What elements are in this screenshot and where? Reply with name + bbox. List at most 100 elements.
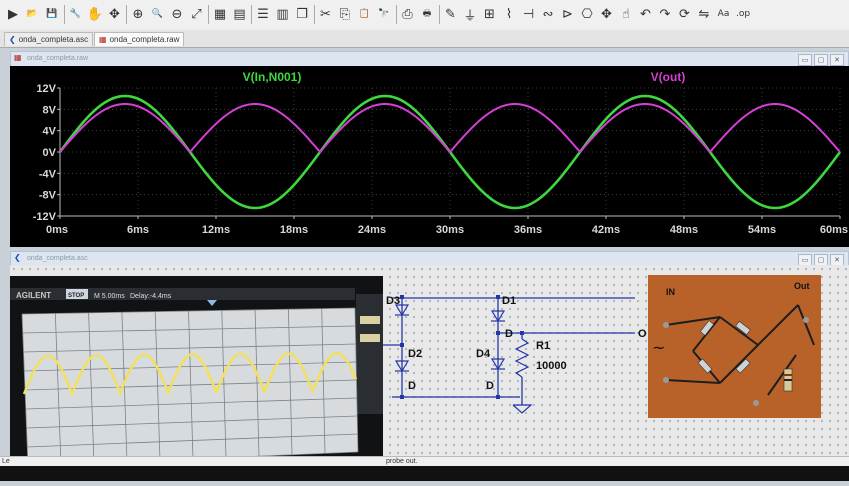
- scope-header: [10, 288, 355, 300]
- print-setup-button[interactable]: ⎙: [399, 5, 417, 23]
- tab-schematic-label: onda_completa.asc: [18, 35, 89, 44]
- plot-pane-titlebar[interactable]: ▦ onda_completa.raw ▭ ▢ ✕: [10, 51, 849, 67]
- run-button[interactable]: ▶: [4, 5, 22, 23]
- save-button[interactable]: 💾: [43, 5, 61, 23]
- mirror-icon: ⇋: [698, 6, 710, 22]
- pan-button[interactable]: ✥: [106, 5, 124, 23]
- scope-brand: AGILENT: [16, 291, 51, 300]
- open-icon: 📂: [26, 9, 39, 19]
- find-button[interactable]: 🔭: [375, 5, 393, 23]
- photo-label-in: IN: [666, 287, 675, 297]
- schematic-node: [400, 343, 404, 347]
- plot-pane-title: onda_completa.raw: [27, 55, 89, 62]
- waveform-plot[interactable]: 12V 8V 4V 0V -4V -8V -12V 0ms 6ms 12ms 18ms 24ms 30m…: [10, 66, 849, 247]
- control-panel-button[interactable]: 🔧: [67, 5, 85, 23]
- y-tick-label: 12V: [36, 83, 56, 95]
- zoom-in-button[interactable]: ⊕: [129, 5, 147, 23]
- circuit-board-photo: IN Out ~: [648, 275, 821, 418]
- x-tick-label: 24ms: [358, 224, 386, 236]
- cut-button[interactable]: ✂: [317, 5, 335, 23]
- scope-delay: Delay:-4.4ms: [130, 293, 172, 300]
- label-output-node: O: [638, 328, 647, 340]
- toolbar-separator: [395, 5, 397, 24]
- pan-icon: ✥: [109, 6, 120, 22]
- open-button[interactable]: 📂: [24, 5, 42, 23]
- delete-traces-button[interactable]: ▤: [231, 5, 249, 23]
- schematic-pane-title: onda_completa.asc: [27, 255, 88, 262]
- y-tick-label: -8V: [39, 190, 57, 202]
- undo-icon: ↶: [640, 6, 651, 22]
- halt-button[interactable]: ✋: [86, 5, 104, 23]
- wire-button[interactable]: ✎: [442, 5, 460, 23]
- ground-button[interactable]: ⏚: [461, 5, 479, 24]
- toolbar-separator: [63, 5, 65, 24]
- tile-horizontal-button[interactable]: ☰: [254, 5, 272, 23]
- label-net-button[interactable]: ⊞: [481, 5, 499, 23]
- y-tick-label: 4V: [43, 126, 57, 138]
- schematic-node: [520, 331, 524, 335]
- zoom-area-button[interactable]: 🔍: [149, 5, 167, 23]
- label-pin: D: [505, 328, 513, 340]
- zoom-fit-icon: ⤢: [191, 6, 202, 22]
- trace-legend-label: V(In,N001): [243, 70, 302, 84]
- copy-button[interactable]: ⎘: [336, 5, 354, 23]
- paste-icon: 📋: [358, 9, 371, 19]
- inductor-button[interactable]: ∾: [539, 5, 557, 23]
- component-button[interactable]: ⎔: [578, 5, 596, 23]
- autoscale-button[interactable]: ▦: [211, 5, 229, 23]
- inductor-icon: ∾: [542, 6, 554, 22]
- bottom-edge: [0, 466, 849, 481]
- schematic-node: [496, 295, 500, 299]
- mirror-button[interactable]: ⇋: [695, 5, 713, 23]
- scope-side-menu: [356, 294, 383, 414]
- spice-directive-icon: .op: [735, 9, 751, 19]
- x-tick-label: 0ms: [46, 224, 68, 236]
- undo-button[interactable]: ↶: [637, 5, 655, 23]
- cut-icon: ✂: [320, 6, 331, 22]
- schematic-icon: ❮: [9, 35, 16, 44]
- paste-button[interactable]: 📋: [356, 5, 374, 23]
- redo-button[interactable]: ↷: [656, 5, 674, 23]
- tile-vertical-icon: ▥: [276, 6, 289, 22]
- component-icon: ⎔: [581, 6, 593, 22]
- x-tick-label: 42ms: [592, 224, 620, 236]
- print-button[interactable]: 🖶: [418, 5, 436, 23]
- minimize-button[interactable]: ▭: [798, 54, 812, 66]
- text-button[interactable]: Aa: [715, 5, 733, 23]
- zoom-out-icon: ⊖: [171, 6, 183, 22]
- tab-waveform[interactable]: ▦ onda_completa.raw: [94, 32, 185, 46]
- autoscale-icon: ▦: [213, 6, 227, 22]
- spice-directive-button[interactable]: .op: [734, 5, 752, 23]
- label-pin: D: [486, 380, 494, 392]
- toolbar-separator: [126, 5, 127, 24]
- capacitor-button[interactable]: ⊣: [520, 5, 538, 23]
- move-button[interactable]: ✥: [598, 5, 616, 23]
- wire-icon: ✎: [445, 6, 456, 22]
- rotate-button[interactable]: ⟳: [676, 5, 694, 23]
- resistor-icon: ⌇: [505, 6, 513, 22]
- maximize-button[interactable]: ▢: [814, 54, 828, 66]
- save-icon: 💾: [46, 9, 58, 19]
- y-tick-label: -12V: [33, 211, 57, 223]
- tab-waveform-label: onda_completa.raw: [109, 35, 180, 44]
- print-icon: 🖶: [422, 9, 432, 19]
- close-button[interactable]: ✕: [830, 54, 844, 66]
- cascade-icon: ❐: [296, 6, 308, 22]
- move-icon: ✥: [601, 6, 612, 22]
- waveform-icon: ▦: [14, 53, 22, 62]
- diode-button[interactable]: ⊳: [559, 5, 577, 23]
- y-tick-label: -4V: [39, 168, 57, 180]
- tile-vertical-button[interactable]: ▥: [274, 5, 292, 23]
- schematic-node: [496, 331, 500, 335]
- zoom-out-button[interactable]: ⊖: [168, 5, 186, 23]
- x-tick-label: 12ms: [202, 224, 230, 236]
- ac-source-icon: ~: [652, 338, 665, 357]
- x-tick-label: 60ms: [820, 224, 848, 236]
- zoom-fit-button[interactable]: ⤢: [188, 5, 206, 23]
- drag-button[interactable]: ☝: [617, 5, 635, 23]
- resistor-button[interactable]: ⌇: [500, 5, 518, 23]
- redo-icon: ↷: [659, 6, 671, 22]
- tab-schematic[interactable]: ❮ onda_completa.asc: [4, 32, 94, 46]
- main-toolbar: ▶ 📂 💾 🔧 ✋ ✥ ⊕ 🔍 ⊖ ⤢ ▦ ▤ ☰ ▥ ❐ ✂ ⎘ 📋 🔭 ⎙ 🖶 ✎ ⏚ ⊞ ⌇ ⊣ ∾ ⊳ ⎔ ✥ ☝ ↶ ↷ ⟳ ⇋ Aa .op: [0, 0, 849, 31]
- cascade-button[interactable]: ❐: [293, 5, 311, 23]
